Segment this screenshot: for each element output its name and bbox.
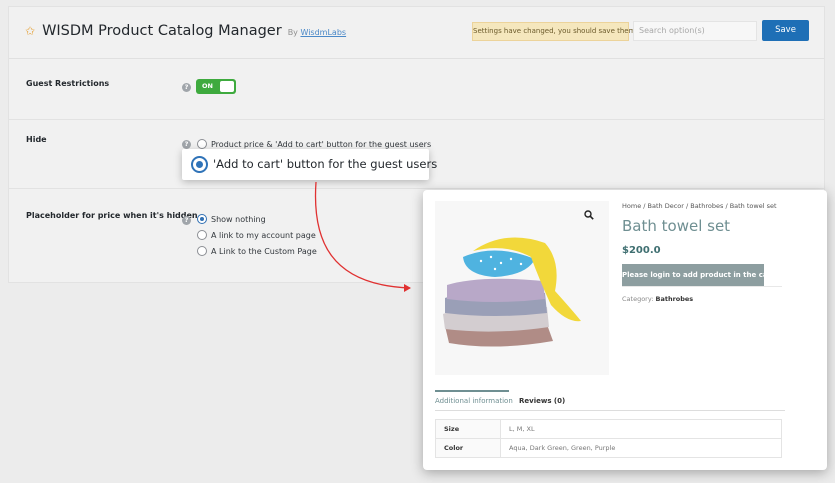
by-label: By xyxy=(287,28,298,37)
placeholder-radio-account[interactable] xyxy=(197,230,207,240)
login-to-add-button[interactable]: Please login to add product in the cart xyxy=(622,264,774,286)
placeholder-option-2: A link to my account page xyxy=(211,231,316,240)
selected-radio-icon[interactable] xyxy=(191,156,208,173)
toggle-knob xyxy=(220,81,234,92)
divider xyxy=(622,286,782,287)
product-image xyxy=(435,201,609,375)
tab-additional-information[interactable]: Additional information xyxy=(435,390,513,405)
placeholder-radio-custom[interactable] xyxy=(197,246,207,256)
search-input[interactable]: Search option(s) xyxy=(633,21,757,41)
table-row: Color Aqua, Dark Green, Green, Purple xyxy=(435,438,782,458)
hide-label: Hide xyxy=(26,135,47,144)
selected-option-callout: 'Add to cart' button for the guest users xyxy=(182,149,437,180)
category-label: Category: xyxy=(622,295,654,303)
attribute-value: Aqua, Dark Green, Green, Purple xyxy=(500,438,782,458)
wisdm-logo-icon: ✩ xyxy=(25,24,36,38)
product-title: Bath towel set xyxy=(622,217,731,235)
product-category: Category: Bathrobes xyxy=(622,295,693,303)
attribute-value: L, M, XL xyxy=(500,419,782,439)
guest-restrictions-toggle[interactable]: ON xyxy=(196,79,236,94)
hide-option-radio-1[interactable] xyxy=(197,139,207,149)
placeholder-label: Placeholder for price when it's hidden xyxy=(26,211,198,220)
hide-option-label-1: Product price & 'Add to cart' button for… xyxy=(211,140,432,149)
guest-restrictions-label: Guest Restrictions xyxy=(26,79,110,88)
attribute-name: Size xyxy=(435,419,501,439)
divider xyxy=(9,188,824,189)
zoom-icon[interactable] xyxy=(584,210,594,220)
help-icon[interactable]: ? xyxy=(182,83,191,92)
category-link[interactable]: Bathrobes xyxy=(656,295,694,303)
author-credit: By WisdmLabs xyxy=(288,28,346,37)
product-tabs: Additional information Reviews (0) xyxy=(435,390,785,411)
wisdmlabs-link[interactable]: WisdmLabs xyxy=(300,28,346,37)
save-button[interactable]: Save xyxy=(762,20,809,41)
help-icon[interactable]: ? xyxy=(182,140,191,149)
app-title: WISDM Product Catalog Manager xyxy=(42,23,282,39)
placeholder-radio-show-nothing[interactable] xyxy=(197,214,207,224)
breadcrumb[interactable]: Home / Bath Decor / Bathrobes / Bath tow… xyxy=(622,202,777,210)
table-row: Size L, M, XL xyxy=(435,419,782,439)
toggle-state: ON xyxy=(202,82,213,90)
callout-label: 'Add to cart' button for the guest users xyxy=(213,157,438,171)
product-preview: Home / Bath Decor / Bathrobes / Bath tow… xyxy=(423,190,827,470)
product-price: $200.0 xyxy=(622,245,661,256)
arrow-head-icon xyxy=(404,284,411,292)
placeholder-option-3: A Link to the Custom Page xyxy=(211,247,317,256)
divider xyxy=(9,119,824,120)
page-title: ✩ WISDM Product Catalog Manager By Wisdm… xyxy=(25,23,346,39)
settings-header: ✩ WISDM Product Catalog Manager By Wisdm… xyxy=(9,7,824,59)
unsaved-notice: Settings have changed, you should save t… xyxy=(472,22,638,41)
towel-stack-image xyxy=(435,201,609,375)
tab-reviews[interactable]: Reviews (0) xyxy=(519,397,565,405)
attributes-table: Size L, M, XL Color Aqua, Dark Green, Gr… xyxy=(435,419,782,458)
help-icon[interactable]: ? xyxy=(182,216,191,225)
placeholder-option-1: Show nothing xyxy=(211,215,266,224)
page: ✩ WISDM Product Catalog Manager By Wisdm… xyxy=(0,0,835,483)
attribute-name: Color xyxy=(435,438,501,458)
